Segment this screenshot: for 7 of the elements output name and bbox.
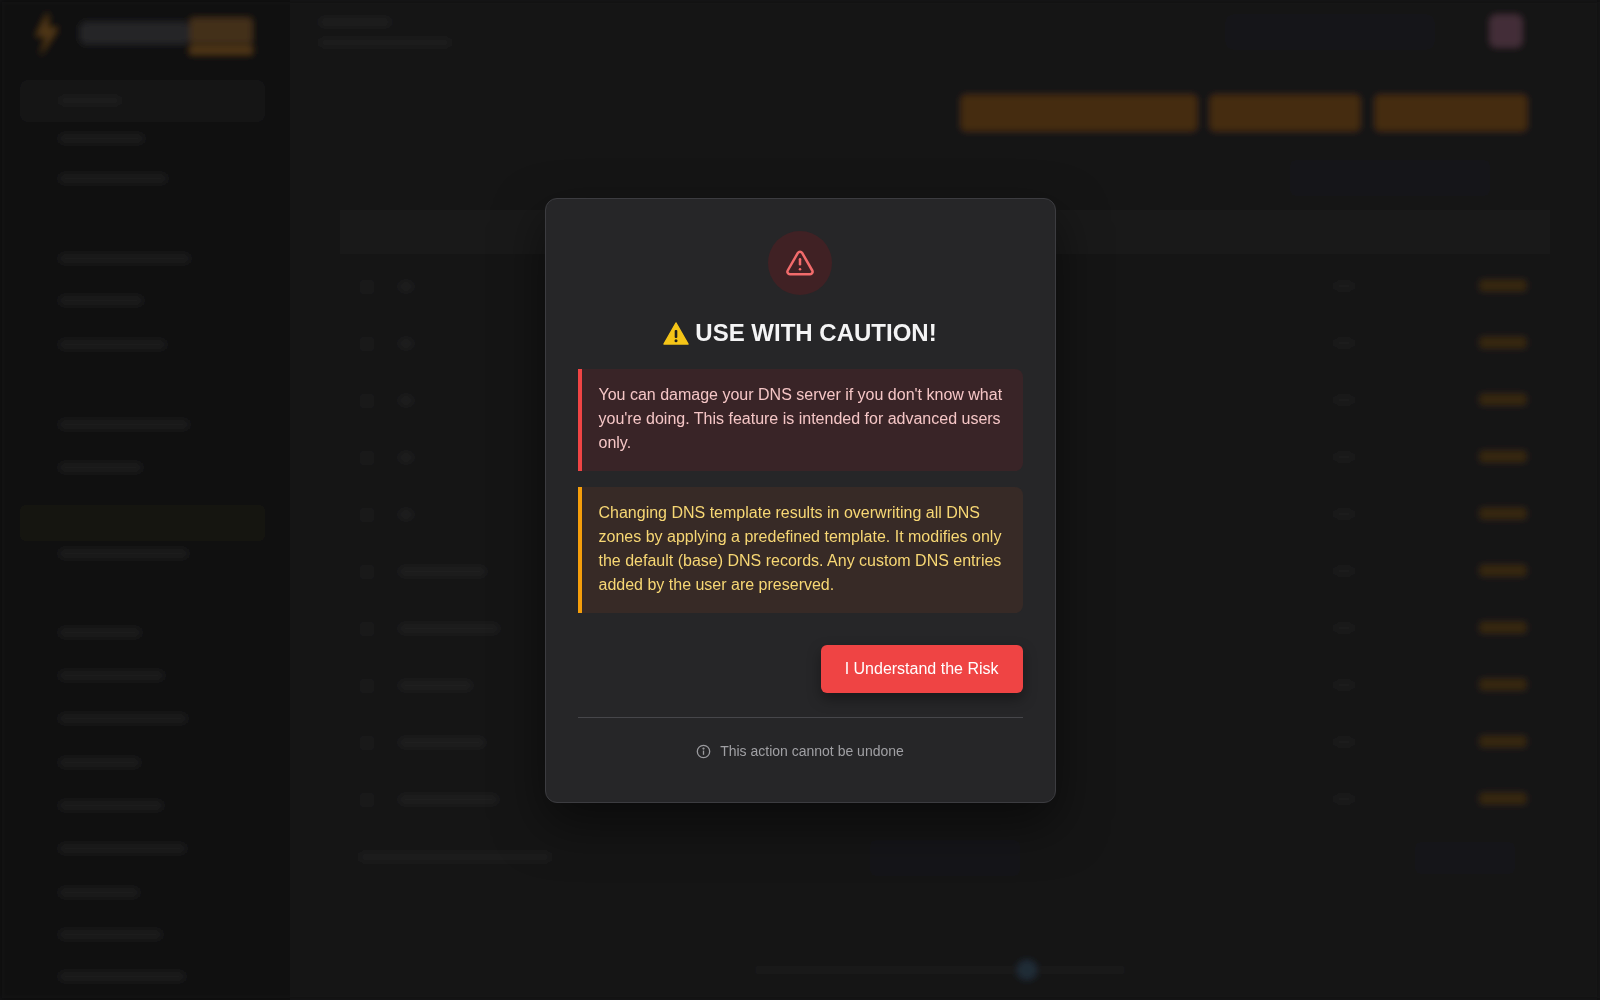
info-icon — [696, 743, 712, 759]
warning-sign-icon — [663, 321, 690, 345]
alert-text: You can damage your DNS server if you don't know what you're doing. This feature is intended for advanced users only. — [598, 385, 1004, 453]
footer-note: This action cannot be undone — [720, 743, 904, 759]
alert-text: Changing DNS template results in overwriting all DNS zones by applying a predefined template. It modifies only the default (base) DNS records. Any custom DNS entries added by the user are preserved. — [598, 503, 1003, 595]
confirm-button[interactable]: I Understand the Risk — [820, 645, 1023, 693]
dialog-title: USE WITH CAUTION! — [695, 319, 937, 347]
